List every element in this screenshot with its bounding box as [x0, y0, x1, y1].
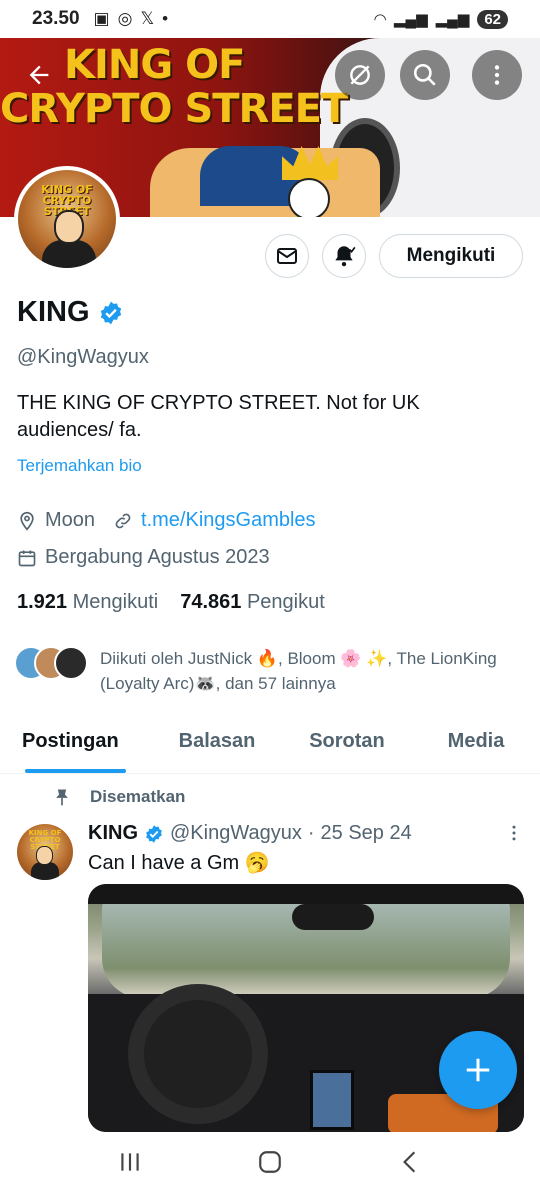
recent-apps-icon [121, 1153, 139, 1171]
following-label: Mengikuti [72, 591, 159, 613]
post-date[interactable]: 25 Sep 24 [321, 822, 412, 845]
back-nav-button[interactable] [397, 1149, 423, 1182]
more-vertical-icon [494, 65, 500, 85]
search-icon [413, 63, 436, 86]
profile-bio: THE KING OF CRYPTO STREET. Not for UK au… [17, 392, 420, 441]
translate-bio-link[interactable]: Terjemahkan bio [17, 456, 142, 476]
more-options-button[interactable] [472, 50, 522, 100]
tab-balasan[interactable]: Balasan [152, 718, 282, 773]
verified-badge-icon [146, 824, 162, 843]
compose-post-button[interactable] [439, 1031, 517, 1109]
x-icon: 𝕏 [140, 9, 155, 28]
post-avatar-head [36, 846, 53, 865]
post-text: Can I have a Gm 🥱 [88, 852, 270, 874]
plus-icon [466, 1058, 490, 1082]
more-vertical-icon [512, 825, 516, 841]
post-author-handle: @KingWagyux [170, 822, 302, 844]
back-button[interactable] [14, 50, 64, 100]
post-more-button[interactable] [504, 822, 524, 850]
instagram-icon: ◎ [117, 9, 133, 28]
recent-apps-button[interactable] [117, 1149, 143, 1182]
media-screen [310, 1070, 354, 1130]
battery-indicator: 62 [477, 9, 508, 29]
chevron-left-icon [403, 1151, 416, 1173]
following-stat[interactable]: 1.921 Mengikuti [17, 591, 158, 614]
banner-title-line1: KING OF [64, 42, 245, 88]
system-nav-bar [0, 1132, 540, 1199]
grok-button[interactable] [335, 50, 385, 100]
profile-location: Moon [45, 509, 96, 531]
pinned-label-row: Disematkan [52, 787, 185, 807]
post-header: KING @KingWagyux · 25 Sep 24 [88, 822, 412, 845]
notification-icons: ▣ ◎ 𝕏 • [94, 9, 169, 29]
home-icon [259, 1151, 281, 1173]
joined-date: Bergabung Agustus 2023 [45, 546, 270, 568]
profile-tabs: Postingan Balasan Sorotan Media [0, 718, 540, 774]
location-icon [20, 511, 34, 531]
media-mirror [292, 904, 374, 930]
calendar-icon [18, 550, 36, 566]
link-icon [115, 513, 131, 528]
post-author-name[interactable]: KING [88, 822, 138, 845]
pinned-label: Disematkan [90, 787, 186, 806]
followed-by-row[interactable]: Diikuti oleh JustNick 🔥, Bloom 🌸 ✨, The … [14, 646, 540, 696]
followed-by-text: Diikuti oleh JustNick 🔥, Bloom 🌸 ✨, The … [100, 649, 497, 693]
search-button[interactable] [400, 50, 450, 100]
profile-name: KING [17, 296, 90, 328]
profile-meta-row: Moon t.me/KingsGambles [17, 509, 316, 532]
media-steering-wheel [128, 984, 268, 1124]
envelope-icon [277, 248, 297, 264]
profile-link[interactable]: t.me/KingsGambles [141, 509, 316, 532]
avatar-head [54, 210, 84, 244]
following-count: 1.921 [17, 591, 68, 613]
banner-face [288, 178, 330, 217]
verified-badge-icon [100, 301, 121, 324]
followers-count: 74.861 [180, 591, 242, 613]
notifications-button[interactable] [322, 234, 366, 278]
tab-postingan[interactable]: Postingan [22, 718, 152, 773]
dot-icon: • [162, 9, 169, 28]
active-tab-indicator [25, 769, 126, 773]
tab-media[interactable]: Media [412, 718, 540, 773]
arrow-left-icon [29, 65, 49, 85]
tab-label: Media [447, 730, 505, 752]
signal-icon-2: ▂▄▆ [435, 11, 470, 28]
screenshot-icon: ▣ [93, 9, 110, 28]
tab-label: Sorotan [309, 730, 385, 752]
followers-label: Pengikut [246, 591, 325, 613]
avatar-body [42, 240, 96, 268]
tab-label: Balasan [178, 730, 256, 752]
wifi-icon: ◠ [374, 11, 386, 28]
joined-row: Bergabung Agustus 2023 [17, 546, 270, 569]
grok-icon [350, 65, 370, 85]
bell-check-icon [335, 246, 356, 267]
media-roof [88, 884, 524, 904]
tab-label: Postingan [22, 730, 119, 752]
tab-sorotan[interactable]: Sorotan [282, 718, 412, 773]
followers-stat[interactable]: 74.861 Pengikut [180, 591, 325, 614]
message-button[interactable] [265, 234, 309, 278]
follower-avatar-3 [54, 646, 88, 680]
pin-icon [56, 789, 68, 806]
follow-stats: 1.921 Mengikuti 74.861 Pengikut [17, 591, 325, 614]
name-row: KING [17, 296, 124, 329]
profile-handle: @KingWagyux [17, 346, 149, 368]
post-separator: · [307, 822, 315, 844]
home-button[interactable] [257, 1149, 283, 1182]
status-time: 23.50 [32, 8, 80, 29]
following-button[interactable]: Mengikuti [379, 234, 523, 278]
post-author-avatar[interactable]: KING OF CRYPTO STREET [17, 824, 73, 880]
profile-avatar[interactable]: KING OF CRYPTO STREET [14, 166, 120, 272]
status-bar: 23.50 ▣ ◎ 𝕏 • ◠ ▂▄▆ ▂▄▆ 62 [0, 0, 540, 38]
signal-icon: ▂▄▆ [393, 11, 428, 28]
